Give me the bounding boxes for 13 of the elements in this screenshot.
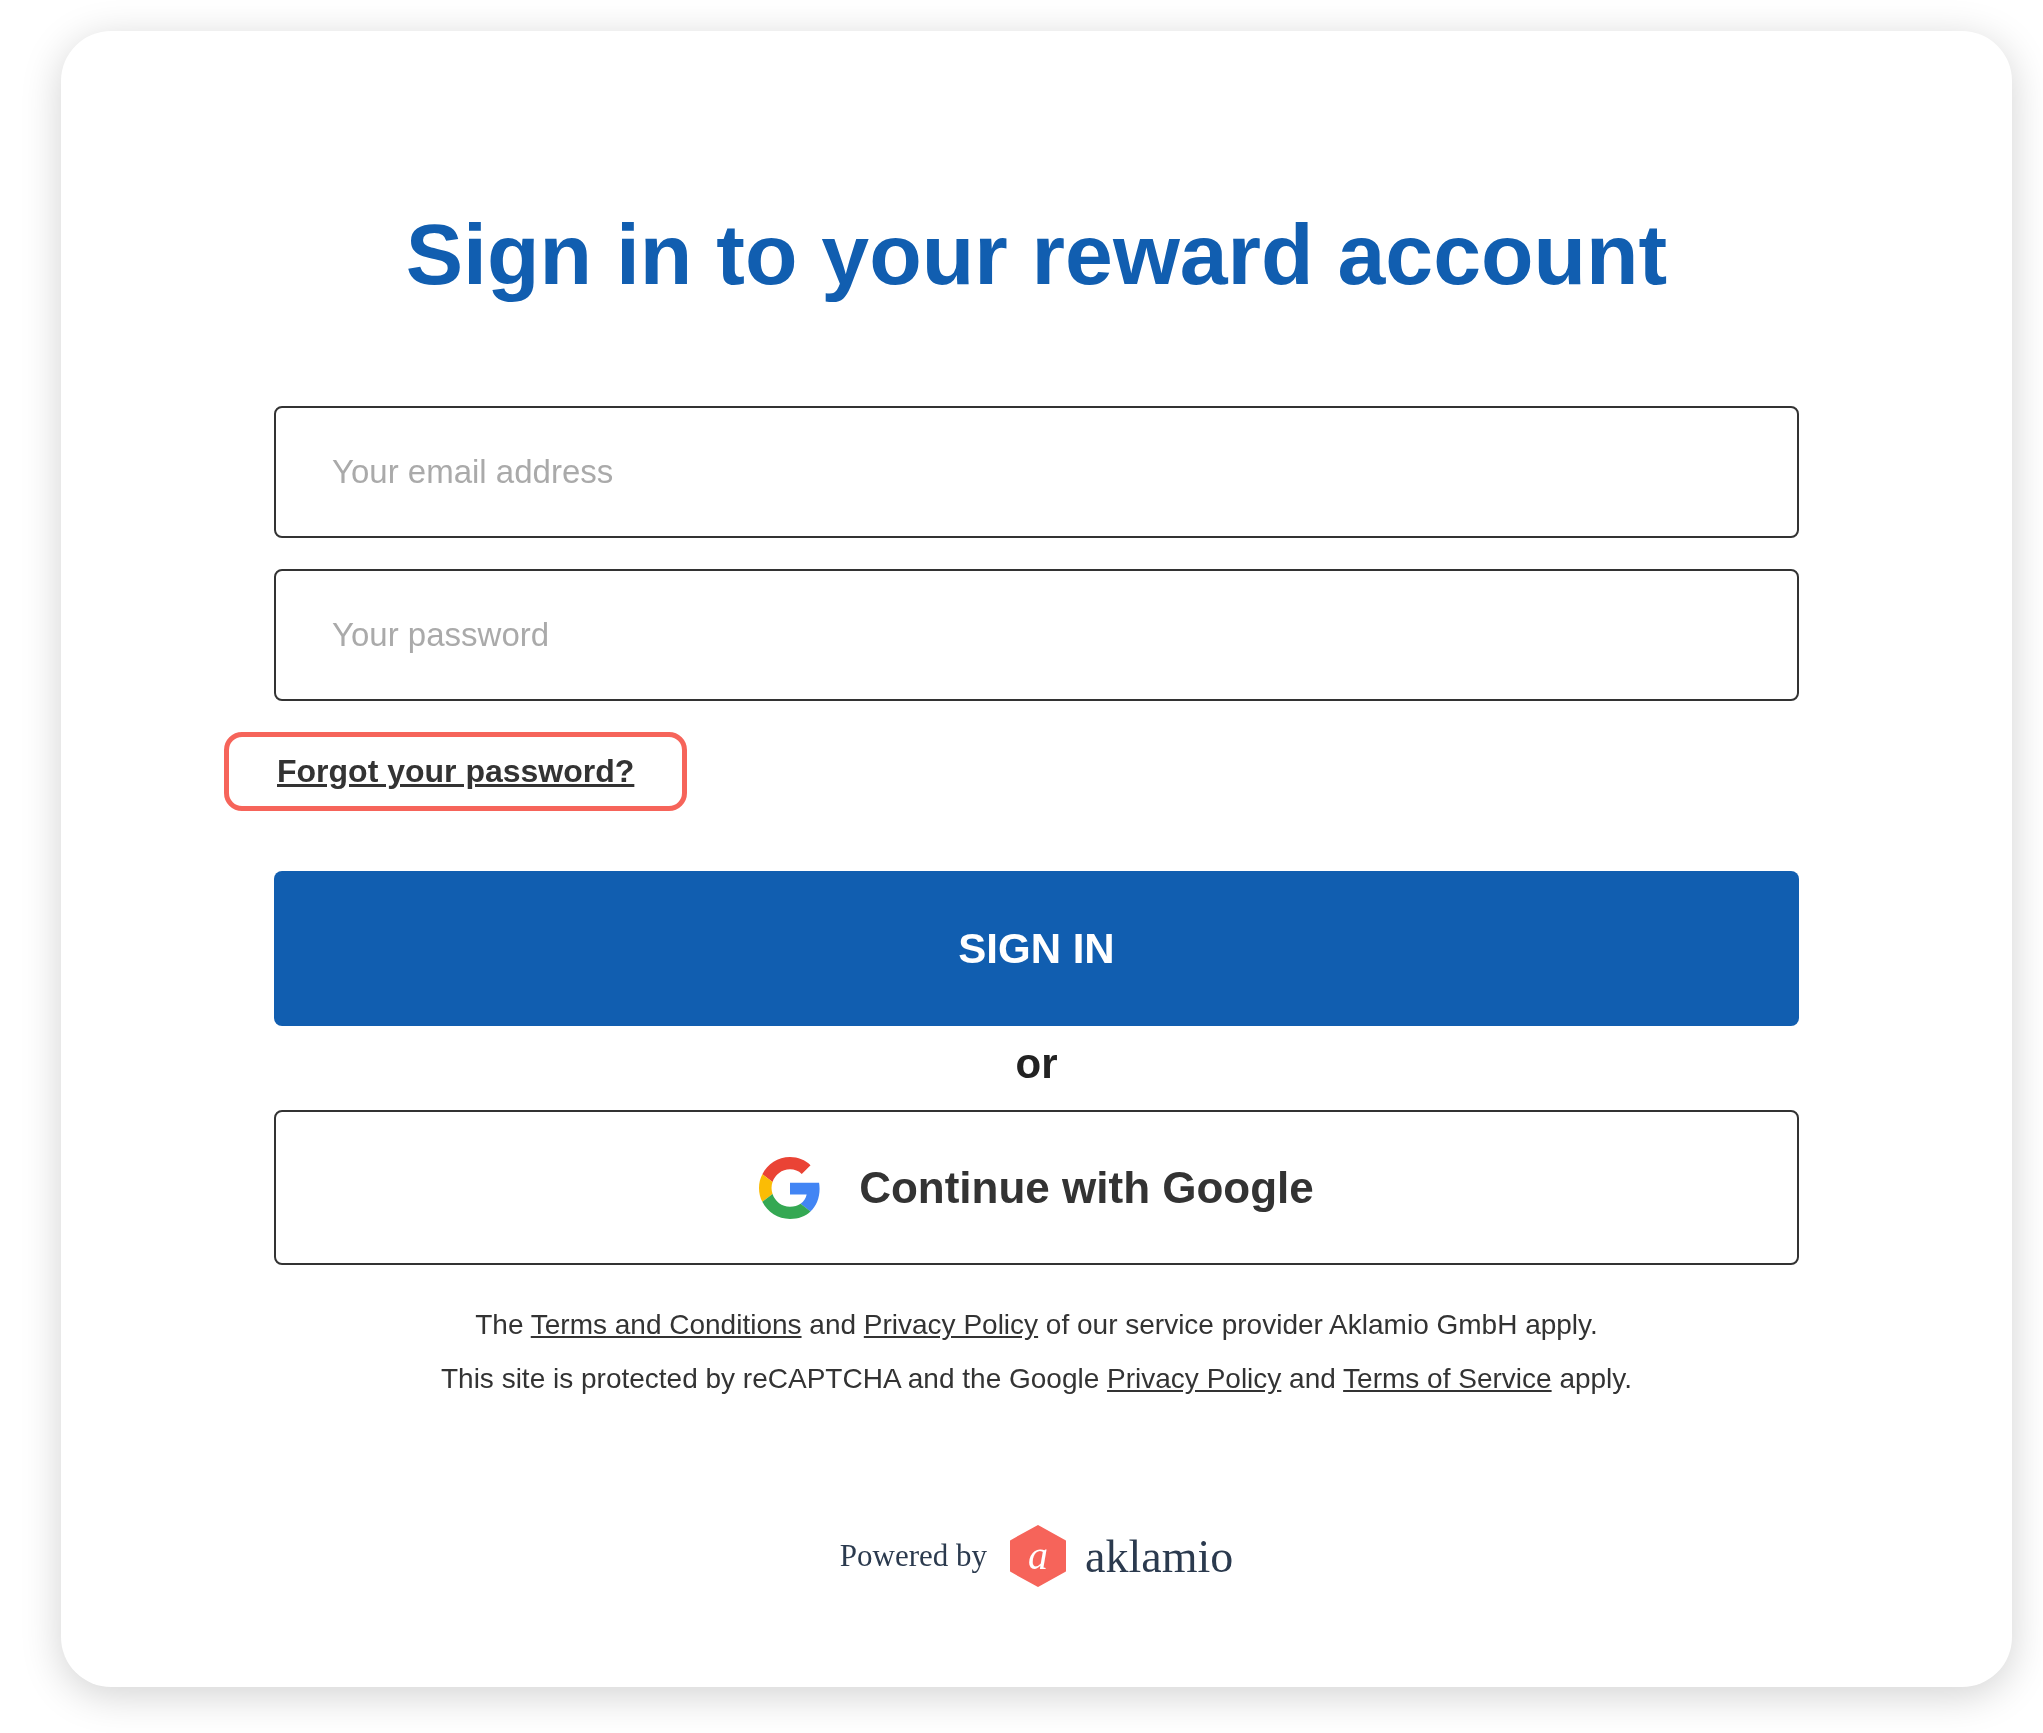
legal-notice: This site is protected by reCAPTCHA and the Google Privacy Policy and Terms of Service apply. [440, 1363, 1633, 1396]
powered-by-text: Powered by [839, 1538, 987, 1575]
email-field[interactable]: Your email address [274, 406, 1799, 539]
brand-name: aklamio [1085, 1529, 1234, 1583]
google-g-icon [759, 1156, 822, 1219]
forgot-password-link[interactable]: Forgot your password? [224, 732, 688, 812]
sign-in-button[interactable]: SIGN IN [274, 871, 1799, 1027]
page-title: Sign in to your reward account [405, 205, 1668, 304]
separator-text: or [1015, 1040, 1058, 1089]
password-field[interactable]: Your password [274, 569, 1799, 702]
legal-notice: The Terms and Conditions and Privacy Policy of our service provider Aklamio GmbH apply. [475, 1309, 1598, 1342]
logo-icon: a [1009, 1525, 1067, 1588]
google-sign-in-button[interactable]: Continue with Google [274, 1110, 1799, 1266]
